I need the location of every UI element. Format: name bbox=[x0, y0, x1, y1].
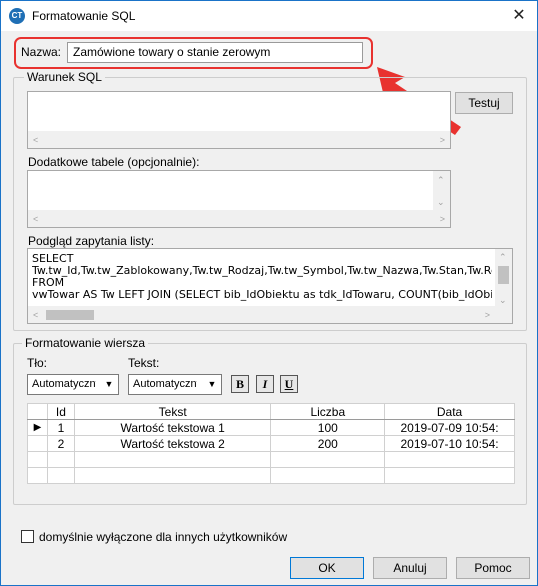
grid-header-row: Id Tekst Liczba Data bbox=[27, 403, 515, 420]
close-icon[interactable]: ✕ bbox=[507, 4, 531, 28]
vertical-scrollbar[interactable]: ⌃ ⌄ bbox=[433, 171, 450, 212]
preview-label: Podgląd zapytania listy: bbox=[28, 234, 155, 248]
cell-text[interactable]: Wartość tekstowa 2 bbox=[73, 435, 272, 452]
scroll-thumb[interactable] bbox=[46, 310, 94, 320]
cell-date[interactable]: 2019-07-09 10:54: bbox=[384, 419, 515, 436]
text-color-value: Automatyczny bbox=[133, 378, 197, 390]
bold-button[interactable]: B bbox=[231, 375, 249, 393]
empty-row[interactable] bbox=[27, 467, 515, 484]
horizontal-scrollbar[interactable]: < > bbox=[28, 210, 450, 227]
scroll-up-icon[interactable]: ⌃ bbox=[499, 252, 507, 262]
sql-condition-title: Warunek SQL bbox=[24, 70, 105, 84]
sql-condition-input[interactable]: < > bbox=[27, 91, 451, 149]
cell-date[interactable]: 2019-07-10 10:54: bbox=[384, 435, 515, 452]
extra-tables-label: Dodatkowe tabele (opcjonalnie): bbox=[28, 155, 200, 169]
cell-number[interactable]: 200 bbox=[270, 435, 386, 452]
column-header-id[interactable]: Id bbox=[46, 403, 75, 420]
name-input[interactable]: Zamówione towary o stanie zerowym bbox=[67, 42, 363, 63]
scroll-left-icon[interactable]: < bbox=[33, 214, 38, 224]
column-header-date[interactable]: Data bbox=[384, 403, 515, 420]
cell-id[interactable]: 1 bbox=[46, 419, 75, 436]
bg-label: Tło: bbox=[27, 356, 48, 370]
scroll-left-icon[interactable]: < bbox=[33, 135, 38, 145]
table-row[interactable]: ▶ 1 Wartość tekstowa 1 100 2019-07-09 10… bbox=[27, 419, 515, 436]
column-header-number[interactable]: Liczba bbox=[270, 403, 386, 420]
scroll-down-icon[interactable]: ⌄ bbox=[499, 295, 507, 305]
text-label: Tekst: bbox=[128, 356, 160, 370]
chevron-down-icon[interactable]: ▼ bbox=[203, 375, 221, 394]
scroll-left-icon[interactable]: < bbox=[33, 310, 38, 320]
window-title: Formatowanie SQL bbox=[32, 9, 136, 23]
help-button[interactable]: Pomoc bbox=[456, 557, 530, 579]
disabled-for-others-label: domyślnie wyłączone dla innych użytkowni… bbox=[39, 530, 288, 544]
scroll-right-icon[interactable]: > bbox=[485, 310, 490, 320]
dialog-window: CT Formatowanie SQL ✕ Nazwa: Zamówione t… bbox=[0, 0, 538, 586]
text-color-select[interactable]: Automatyczny ▼ bbox=[128, 374, 222, 395]
table-row[interactable]: 2 Wartość tekstowa 2 200 2019-07-10 10:5… bbox=[27, 435, 515, 452]
empty-row[interactable] bbox=[27, 451, 515, 468]
name-label: Nazwa: bbox=[21, 45, 62, 59]
test-button[interactable]: Testuj bbox=[455, 92, 513, 114]
horizontal-scrollbar[interactable]: < > bbox=[28, 131, 450, 148]
extra-tables-input[interactable]: ⌃ ⌄ < > bbox=[27, 170, 451, 228]
cell-text[interactable]: Wartość tekstowa 1 bbox=[73, 419, 272, 436]
disabled-for-others-checkbox[interactable] bbox=[21, 530, 34, 543]
cell-id[interactable]: 2 bbox=[46, 435, 75, 452]
preview-grid[interactable]: Id Tekst Liczba Data ▶ 1 Wartość tekstow… bbox=[27, 403, 515, 484]
bg-color-value: Automatyczny bbox=[32, 378, 96, 390]
scroll-up-icon[interactable]: ⌃ bbox=[437, 175, 445, 185]
italic-button[interactable]: I bbox=[256, 375, 274, 393]
preview-text: SELECT Tw.tw_Id,Tw.tw_Zablokowany,Tw.tw_… bbox=[32, 253, 492, 301]
bg-color-select[interactable]: Automatyczny ▼ bbox=[27, 374, 119, 395]
preview-line: Tw.tw_Id,Tw.tw_Zablokowany,Tw.tw_Rodzaj,… bbox=[32, 264, 492, 277]
row-format-title: Formatowanie wiersza bbox=[22, 336, 149, 350]
preview-line: vwTowar AS Tw LEFT JOIN (SELECT bib_IdOb… bbox=[32, 288, 492, 301]
scroll-thumb[interactable] bbox=[498, 266, 509, 284]
vertical-scrollbar[interactable]: ⌃ ⌄ bbox=[495, 249, 512, 308]
title-bar: CT Formatowanie SQL ✕ bbox=[1, 1, 537, 31]
grid-indicator-header bbox=[27, 403, 48, 420]
scroll-down-icon[interactable]: ⌄ bbox=[437, 197, 445, 207]
ok-button[interactable]: OK bbox=[290, 557, 364, 579]
horizontal-scrollbar[interactable]: < > bbox=[28, 306, 512, 323]
app-icon: CT bbox=[9, 8, 25, 24]
scroll-right-icon[interactable]: > bbox=[440, 135, 445, 145]
cell-number[interactable]: 100 bbox=[270, 419, 386, 436]
preview-query[interactable]: SELECT Tw.tw_Id,Tw.tw_Zablokowany,Tw.tw_… bbox=[27, 248, 513, 324]
underline-button[interactable]: U bbox=[280, 375, 298, 393]
current-row-icon: ▶ bbox=[27, 419, 48, 436]
scroll-right-icon[interactable]: > bbox=[440, 214, 445, 224]
chevron-down-icon[interactable]: ▼ bbox=[100, 375, 118, 394]
column-header-text[interactable]: Tekst bbox=[73, 403, 272, 420]
row-indicator bbox=[27, 435, 48, 452]
cancel-button[interactable]: Anuluj bbox=[373, 557, 447, 579]
